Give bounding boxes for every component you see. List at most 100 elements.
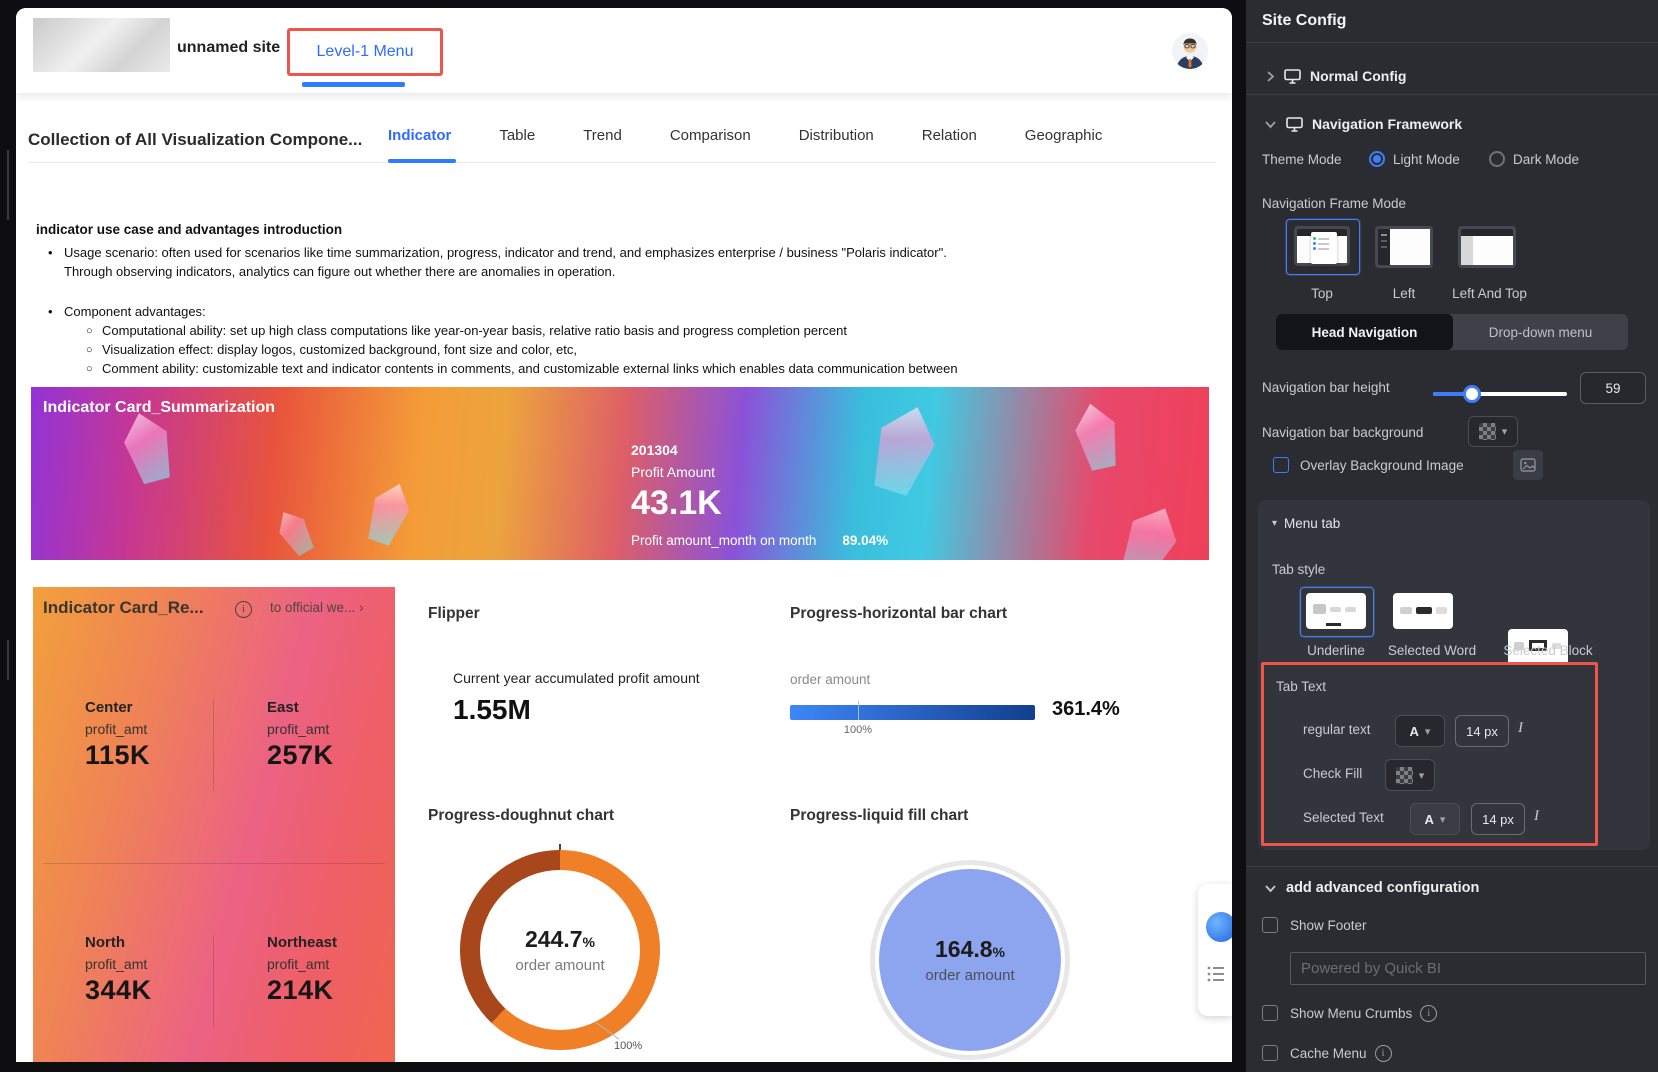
indicator-card-summarization[interactable]: Indicator Card_Summarization 201304 Prof… <box>31 387 1209 560</box>
hbar-tick-label: 100% <box>838 724 878 736</box>
show-menu-crumbs-checkbox[interactable] <box>1262 1005 1278 1021</box>
banner-secondary-metric: Profit amount_month on month 89.04% <box>631 533 888 548</box>
secondary-metric-label: Profit amount_month on month <box>631 533 816 548</box>
light-mode-radio[interactable] <box>1369 151 1385 167</box>
flipper-title: Flipper <box>428 605 480 623</box>
navigation-framework-label[interactable]: Navigation Framework <box>1312 116 1462 132</box>
site-config-title: Site Config <box>1262 12 1346 30</box>
info-icon[interactable]: i <box>235 601 252 618</box>
show-menu-crumbs-row: Show Menu Crumbs i <box>1290 1005 1437 1022</box>
dark-mode-radio[interactable] <box>1489 151 1505 167</box>
doughnut-unit: % <box>583 934 595 950</box>
flipper-value: 1.55M <box>453 694 531 726</box>
tab-indicator[interactable]: Indicator <box>388 127 451 144</box>
tab-style-selected-word-label: Selected Word <box>1378 643 1486 658</box>
doughnut-label: order amount <box>515 957 604 974</box>
advanced-config-section[interactable]: add advanced configuration <box>1264 880 1479 896</box>
selected-text-size-input[interactable]: 14 px <box>1471 803 1525 835</box>
level1-menu-label[interactable]: Level-1 Menu <box>317 43 414 61</box>
image-upload-button[interactable] <box>1513 450 1543 480</box>
info-icon[interactable]: i <box>1375 1045 1392 1062</box>
check-fill-color-dropdown[interactable]: ▾ <box>1385 759 1435 791</box>
advanced-config-label[interactable]: add advanced configuration <box>1286 880 1479 896</box>
bar-bg-label: Navigation bar background <box>1262 425 1423 440</box>
tab-style-selected-word-thumb[interactable] <box>1393 593 1453 629</box>
frame-mode-top-thumb[interactable] <box>1286 219 1360 275</box>
tab-geographic[interactable]: Geographic <box>1025 127 1103 144</box>
row-divider <box>43 863 385 864</box>
site-logo <box>33 18 170 72</box>
floating-assistant-widget[interactable] <box>1198 884 1232 1016</box>
italic-toggle-icon[interactable]: I <box>1518 720 1523 737</box>
frame-mode-left-label: Left <box>1375 286 1433 301</box>
liquid-value: 164.8 <box>935 936 993 962</box>
frame-mode-left-thumb[interactable] <box>1375 226 1433 268</box>
list-icon[interactable] <box>1207 966 1225 982</box>
intro-sub-visualization: ○Visualization effect: display logos, cu… <box>102 340 1176 359</box>
regular-text-font-dropdown[interactable]: A ▾ <box>1395 715 1445 747</box>
bullet-circle-icon: ○ <box>86 322 93 341</box>
dropdown-menu-segment[interactable]: Drop-down menu <box>1453 314 1628 350</box>
normal-config-section[interactable]: Normal Config <box>1266 58 1406 94</box>
tab-comparison[interactable]: Comparison <box>670 127 751 144</box>
region-cell-northeast: Northeast profit_amt 214K <box>267 934 387 1006</box>
cache-menu-label[interactable]: Cache Menu <box>1290 1046 1367 1061</box>
bullet-circle-icon: ○ <box>86 360 93 379</box>
intro-sub-comment: ○Comment ability: customizable text and … <box>102 359 1176 378</box>
italic-toggle-icon[interactable]: I <box>1534 808 1539 825</box>
show-menu-crumbs-label[interactable]: Show Menu Crumbs <box>1290 1006 1412 1021</box>
bar-height-slider[interactable] <box>1433 392 1567 396</box>
hbar-tick-mark <box>858 701 859 705</box>
liquid-fill: 164.8% order amount <box>879 869 1061 1051</box>
tab-table[interactable]: Table <box>499 127 535 144</box>
region-cell-center: Center profit_amt 115K <box>85 699 205 771</box>
bar-bg-color-dropdown[interactable]: ▾ <box>1468 416 1518 447</box>
divider <box>1246 866 1658 867</box>
site-name: unnamed site <box>177 39 280 57</box>
tab-trend[interactable]: Trend <box>583 127 622 144</box>
page-title: Collection of All Visualization Compone.… <box>28 130 362 150</box>
transparent-swatch <box>1479 423 1496 440</box>
avatar[interactable] <box>1172 33 1208 69</box>
divider <box>1246 42 1658 43</box>
navigation-framework-section[interactable]: Navigation Framework <box>1264 106 1462 142</box>
official-website-link[interactable]: to official we... › <box>270 600 364 615</box>
bullet-icon: • <box>48 243 53 262</box>
nav-type-segmented-control: Head Navigation Drop-down menu <box>1276 314 1628 350</box>
tab-text-highlight-box: Tab Text regular text A ▾ 14 px I Check … <box>1261 662 1598 846</box>
indicator-card-regions[interactable]: Indicator Card_Re... i to official we...… <box>33 587 395 1062</box>
doughnut-center: 244.7% order amount <box>480 870 640 1030</box>
head-navigation-segment[interactable]: Head Navigation <box>1276 314 1453 350</box>
active-tab-underline <box>388 159 456 163</box>
cell-divider <box>213 935 214 1027</box>
footer-text-input[interactable] <box>1290 952 1646 985</box>
menu-tab-section[interactable]: ▾ Menu tab <box>1272 516 1340 531</box>
slider-thumb[interactable] <box>1463 385 1481 403</box>
cache-menu-checkbox[interactable] <box>1262 1045 1278 1061</box>
frame-mode-label: Navigation Frame Mode <box>1262 196 1406 211</box>
overlay-bg-checkbox[interactable] <box>1273 457 1289 473</box>
overlay-bg-label[interactable]: Overlay Background Image <box>1300 458 1464 473</box>
tab-relation[interactable]: Relation <box>922 127 977 144</box>
level1-menu-highlight[interactable]: Level-1 Menu <box>287 28 443 76</box>
tab-distribution[interactable]: Distribution <box>799 127 874 144</box>
show-footer-checkbox[interactable] <box>1262 917 1278 933</box>
menu-tab-panel: ▾ Menu tab Tab style <box>1258 500 1650 850</box>
metric-period: 201304 <box>631 442 722 458</box>
light-mode-label[interactable]: Light Mode <box>1393 152 1460 167</box>
cache-menu-row: Cache Menu i <box>1290 1045 1392 1062</box>
selected-text-font-dropdown[interactable]: A ▾ <box>1410 803 1460 835</box>
metric-label: Profit Amount <box>631 464 722 480</box>
left-edge-divider <box>7 640 9 680</box>
bar-height-value[interactable]: 59 <box>1580 372 1646 404</box>
normal-config-label[interactable]: Normal Config <box>1310 68 1406 84</box>
regular-text-size-input[interactable]: 14 px <box>1455 715 1509 747</box>
check-fill-label: Check Fill <box>1303 766 1362 781</box>
info-icon[interactable]: i <box>1420 1005 1437 1022</box>
frame-mode-left-and-top-thumb[interactable] <box>1458 226 1516 268</box>
tab-style-underline-thumb[interactable] <box>1300 587 1374 637</box>
assistant-icon[interactable] <box>1206 912 1232 942</box>
show-footer-label[interactable]: Show Footer <box>1290 918 1367 933</box>
menu-tab-title[interactable]: Menu tab <box>1284 516 1340 531</box>
dark-mode-label[interactable]: Dark Mode <box>1513 152 1579 167</box>
